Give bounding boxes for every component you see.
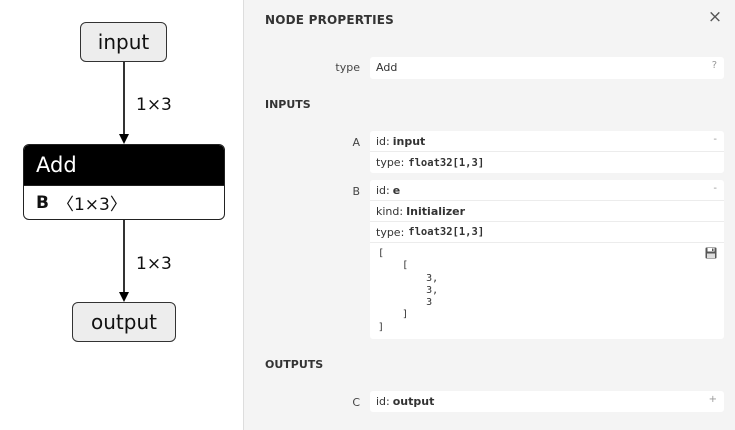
sidebar-title: NODE PROPERTIES — [265, 13, 394, 27]
graph-node-input[interactable]: input — [80, 22, 167, 62]
type-value-line: Add ? — [370, 57, 724, 78]
type-label: type — [335, 61, 360, 74]
edge-label-output-shape: 1×3 — [136, 254, 172, 274]
input-a-id-line[interactable]: id: input - — [370, 131, 724, 152]
output-c-id: output — [392, 395, 435, 408]
input-b-id-line[interactable]: id: e - — [370, 180, 724, 201]
input-a-type: float32[1,3] — [408, 156, 485, 169]
type-key: type: — [376, 156, 405, 169]
output-c-id-line[interactable]: id: output + — [370, 391, 724, 412]
tensor-values: [ [ 3, 3, 3 ] ] — [370, 243, 724, 339]
input-a-type-line: type: float32[1,3] — [370, 152, 724, 173]
type-key: type: — [376, 225, 405, 239]
input-b-label: B — [352, 185, 360, 198]
input-b-type: float32[1,3] — [408, 226, 485, 238]
output-c-label: C — [352, 396, 360, 409]
collapse-toggle[interactable]: - — [713, 134, 717, 145]
input-a-box: id: input - type: float32[1,3] — [370, 131, 724, 173]
node-attribute-name: B — [36, 192, 49, 213]
input-b-id: e — [392, 183, 401, 197]
output-c-box: id: output + — [370, 391, 724, 412]
input-a-label: A — [352, 136, 360, 149]
kind-key: kind: — [376, 204, 404, 218]
input-a-id: input — [392, 134, 426, 148]
tensor-text: [ [ 3, 3, 3 ] ] — [378, 248, 439, 333]
id-key: id: — [376, 395, 390, 408]
outputs-section-title: OUTPUTS — [265, 358, 324, 371]
graph-node-add[interactable]: Add B 〈1×3〉 — [23, 144, 225, 220]
help-icon[interactable]: ? — [712, 60, 717, 71]
save-icon[interactable] — [705, 247, 717, 259]
inputs-section-title: INPUTS — [265, 98, 311, 111]
node-add-header[interactable]: Add — [24, 145, 224, 185]
close-icon[interactable]: × — [706, 6, 724, 28]
input-b-kind: Initializer — [406, 204, 466, 218]
input-b-kind-line: kind: Initializer — [370, 201, 724, 222]
node-add-attribute[interactable]: B 〈1×3〉 — [24, 185, 224, 219]
node-properties-sidebar: NODE PROPERTIES × type Add ? INPUTS A id… — [243, 0, 735, 430]
id-key: id: — [376, 183, 390, 197]
type-value: Add — [376, 61, 398, 74]
input-b-box: id: e - kind: Initializer type: float32[… — [370, 180, 724, 340]
node-attribute-value: 〈1×3〉 — [56, 195, 127, 215]
input-b-type-line: type: float32[1,3] — [370, 222, 724, 243]
collapse-toggle[interactable]: - — [713, 183, 717, 194]
id-key: id: — [376, 134, 390, 148]
edge-label-input-shape: 1×3 — [136, 95, 172, 115]
expand-toggle[interactable]: + — [709, 394, 717, 405]
type-value-box: Add ? — [370, 57, 724, 79]
graph-canvas: input Add B 〈1×3〉 output 1×3 1×3 — [0, 0, 243, 430]
graph-node-output[interactable]: output — [72, 302, 176, 342]
